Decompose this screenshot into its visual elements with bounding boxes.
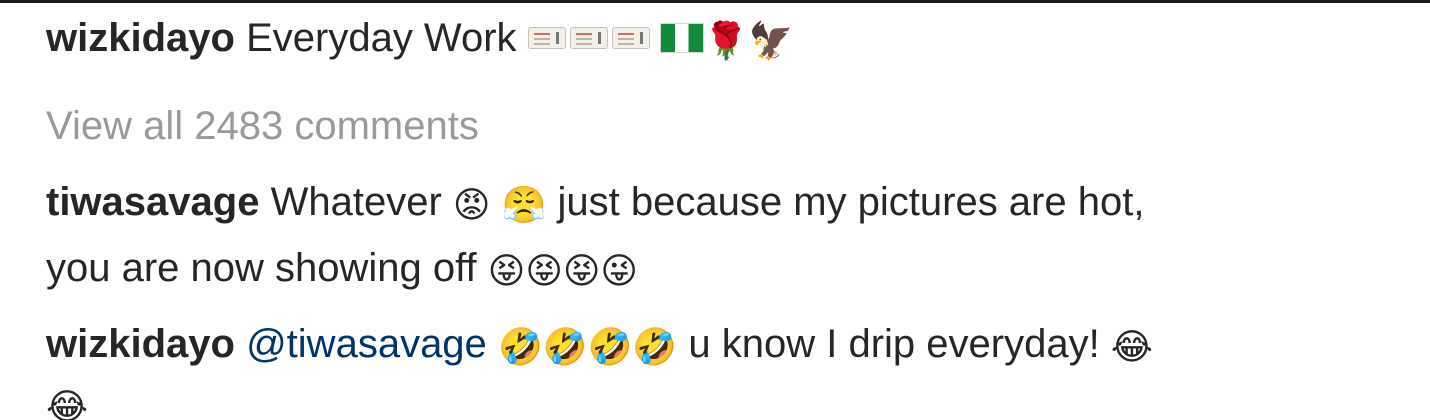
ticket-icon: [527, 27, 566, 49]
rolling-laughing-icon: 🤣: [587, 327, 633, 368]
squinting-tongue-face-icon: 😝: [525, 251, 563, 292]
comment-2-text: u know I drip everyday!: [688, 322, 1100, 366]
tears-of-joy-icon: 😂: [46, 387, 89, 420]
post-caption: wizkidayo Everyday Work 🌹🦅: [46, 14, 793, 62]
rose-icon: 🌹: [703, 21, 749, 62]
comment-1-text-continued: just because my pictures are hot,: [557, 180, 1145, 224]
rolling-laughing-icon: 🤣: [542, 327, 588, 368]
comment-2-line-2: 😂: [46, 380, 88, 420]
eagle-icon: 🦅: [748, 21, 794, 62]
rolling-laughing-icon: 🤣: [497, 327, 543, 368]
comment-2-username[interactable]: wizkidayo: [46, 322, 235, 366]
top-divider: [0, 0, 1430, 3]
nigeria-flag-icon: [659, 23, 704, 53]
comment-1-text-line-2: you are now showing off: [46, 246, 477, 290]
comment-2-mention-link[interactable]: @tiwasavage: [246, 322, 487, 366]
ticket-icon: [611, 27, 650, 49]
view-all-comments-link[interactable]: View all 2483 comments: [46, 102, 479, 150]
comment-1-username[interactable]: tiwasavage: [46, 180, 259, 224]
rolling-laughing-icon: 🤣: [632, 327, 678, 368]
squinting-tongue-face-icon: 😝: [562, 251, 601, 292]
comment-1-line-2: you are now showing off 😝😝😝😜: [46, 244, 638, 292]
comment-1-line-1: tiwasavage Whatever 😡 😤 just because my …: [46, 178, 1144, 226]
winking-tongue-face-icon: 😜: [600, 251, 638, 292]
caption-username[interactable]: wizkidayo: [46, 16, 235, 60]
ticket-icon: [569, 27, 608, 49]
comment-1-text: Whatever: [270, 180, 442, 224]
angry-face-icon: 😡: [452, 185, 491, 226]
tears-of-joy-icon: 😂: [1110, 327, 1153, 368]
caption-text: Everyday Work: [246, 16, 517, 60]
comment-2-line-1: wizkidayo @tiwasavage 🤣🤣🤣🤣 u know I drip…: [46, 320, 1153, 368]
steam-face-icon: 😤: [501, 185, 547, 226]
squinting-tongue-face-icon: 😝: [487, 251, 526, 292]
